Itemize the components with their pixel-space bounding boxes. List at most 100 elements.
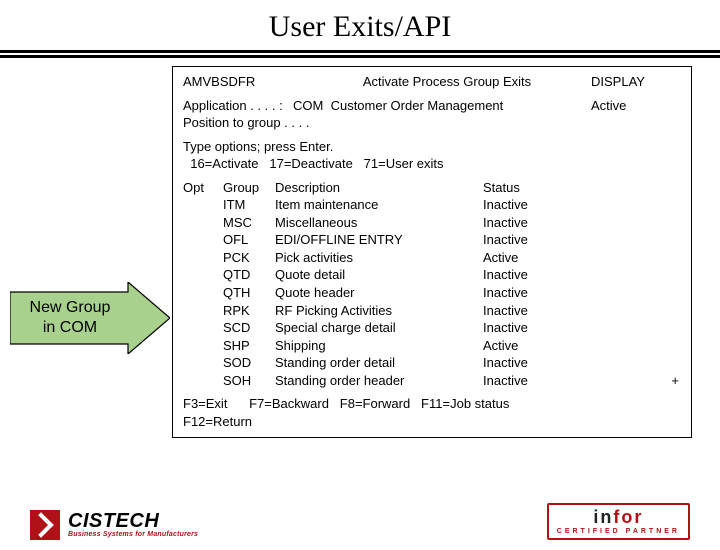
- list-row[interactable]: PCKPick activitiesActive: [183, 249, 681, 267]
- cell-group: QTH: [223, 284, 275, 302]
- cell-group: ITM: [223, 196, 275, 214]
- terminal-panel: AMVBSDFR Activate Process Group Exits DI…: [172, 66, 692, 438]
- callout-line2: in COM: [10, 318, 130, 338]
- cell-opt[interactable]: [183, 231, 223, 249]
- cell-extra: [563, 319, 681, 337]
- cell-group: RPK: [223, 302, 275, 320]
- col-status: Status: [483, 179, 563, 197]
- cell-desc: Standing order detail: [275, 354, 483, 372]
- cell-extra: [563, 354, 681, 372]
- panel-header: AMVBSDFR Activate Process Group Exits DI…: [183, 73, 681, 91]
- cell-opt[interactable]: [183, 337, 223, 355]
- application-label: Application . . . . :: [183, 97, 293, 115]
- cell-desc: Item maintenance: [275, 196, 483, 214]
- cell-opt[interactable]: [183, 249, 223, 267]
- options-text: Type options; press Enter.: [183, 138, 681, 156]
- cell-status: Inactive: [483, 196, 563, 214]
- infor-brand-dark: in: [593, 507, 613, 527]
- cell-opt[interactable]: [183, 284, 223, 302]
- cell-opt[interactable]: [183, 196, 223, 214]
- list-row[interactable]: SOHStanding order headerInactive+: [183, 372, 681, 390]
- infor-brand-red: for: [613, 507, 643, 527]
- cell-status: Inactive: [483, 319, 563, 337]
- infor-brand: infor: [557, 507, 680, 528]
- col-extra: [563, 179, 681, 197]
- infor-subtitle: CERTIFIED PARTNER: [557, 528, 680, 535]
- fnkeys-line1: F3=Exit F7=Backward F8=Forward F11=Job s…: [183, 395, 681, 413]
- divider-bottom: [0, 55, 720, 58]
- function-keys: F3=Exit F7=Backward F8=Forward F11=Job s…: [183, 395, 681, 430]
- list-row[interactable]: MSCMiscellaneousInactive: [183, 214, 681, 232]
- cell-group: SOD: [223, 354, 275, 372]
- cell-extra: [563, 266, 681, 284]
- cell-group: OFL: [223, 231, 275, 249]
- divider-top: [0, 50, 720, 53]
- footer: CISTECH Business Systems for Manufacture…: [0, 503, 720, 540]
- col-group: Group: [223, 179, 275, 197]
- options-line: 16=Activate 17=Deactivate 71=User exits: [183, 155, 681, 173]
- cell-desc: Quote detail: [275, 266, 483, 284]
- application-code: COM: [293, 98, 323, 113]
- cell-extra: [563, 284, 681, 302]
- list-row[interactable]: SODStanding order detailInactive: [183, 354, 681, 372]
- cell-extra: [563, 214, 681, 232]
- col-desc: Description: [275, 179, 483, 197]
- cell-desc: Shipping: [275, 337, 483, 355]
- cell-extra: [563, 337, 681, 355]
- cell-status: Inactive: [483, 284, 563, 302]
- cistech-tagline: Business Systems for Manufacturers: [68, 531, 198, 538]
- list-row[interactable]: OFLEDI/OFFLINE ENTRYInactive: [183, 231, 681, 249]
- content-area: New Group in COM AMVBSDFR Activate Proce…: [0, 66, 720, 446]
- cell-extra: [563, 249, 681, 267]
- list-row[interactable]: SHPShippingActive: [183, 337, 681, 355]
- position-line: Position to group . . . .: [183, 114, 681, 132]
- cell-status: Active: [483, 337, 563, 355]
- cell-opt[interactable]: [183, 319, 223, 337]
- cell-status: Inactive: [483, 231, 563, 249]
- cell-opt[interactable]: [183, 372, 223, 390]
- cell-status: Inactive: [483, 214, 563, 232]
- cell-status: Inactive: [483, 302, 563, 320]
- cell-group: SCD: [223, 319, 275, 337]
- position-label: Position to group . . . .: [183, 114, 333, 132]
- cell-desc: Miscellaneous: [275, 214, 483, 232]
- cell-extra: [563, 196, 681, 214]
- cell-opt[interactable]: [183, 266, 223, 284]
- list-block: Opt Group Description Status ITMItem mai…: [183, 179, 681, 390]
- cell-opt[interactable]: [183, 354, 223, 372]
- cell-status: Active: [483, 249, 563, 267]
- infor-badge: infor CERTIFIED PARTNER: [547, 503, 690, 540]
- application-desc: Customer Order Management: [331, 98, 504, 113]
- cell-opt[interactable]: [183, 214, 223, 232]
- callout-arrow: New Group in COM: [10, 282, 170, 354]
- list-row[interactable]: SCDSpecial charge detailInactive: [183, 319, 681, 337]
- cell-group: QTD: [223, 266, 275, 284]
- list-row[interactable]: QTDQuote detailInactive: [183, 266, 681, 284]
- cell-opt[interactable]: [183, 302, 223, 320]
- cell-desc: Standing order header: [275, 372, 483, 390]
- list-row[interactable]: ITMItem maintenanceInactive: [183, 196, 681, 214]
- cell-status: Inactive: [483, 266, 563, 284]
- cell-group: SHP: [223, 337, 275, 355]
- panel-mode: DISPLAY: [591, 73, 681, 91]
- cell-desc: Pick activities: [275, 249, 483, 267]
- list-row[interactable]: RPKRF Picking ActivitiesInactive: [183, 302, 681, 320]
- cell-desc: Quote header: [275, 284, 483, 302]
- cell-desc: EDI/OFFLINE ENTRY: [275, 231, 483, 249]
- cell-desc: Special charge detail: [275, 319, 483, 337]
- cell-extra: +: [563, 372, 681, 390]
- cistech-name: CISTECH: [68, 512, 198, 531]
- list-row[interactable]: QTHQuote headerInactive: [183, 284, 681, 302]
- cell-status: Inactive: [483, 354, 563, 372]
- list-header: Opt Group Description Status: [183, 179, 681, 197]
- cell-extra: [563, 302, 681, 320]
- application-line: Application . . . . : COM Customer Order…: [183, 97, 681, 115]
- application-value: COM Customer Order Management: [293, 97, 591, 115]
- cell-extra: [563, 231, 681, 249]
- callout-text: New Group in COM: [10, 298, 130, 338]
- cell-desc: RF Picking Activities: [275, 302, 483, 320]
- callout-line1: New Group: [10, 298, 130, 318]
- cell-group: MSC: [223, 214, 275, 232]
- cell-status: Inactive: [483, 372, 563, 390]
- cistech-logo: CISTECH Business Systems for Manufacture…: [30, 510, 198, 540]
